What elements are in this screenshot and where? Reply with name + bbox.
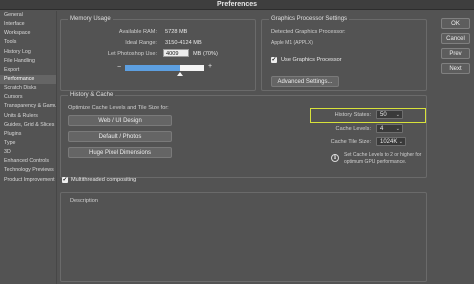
cache-info-line-2: optimum GPU performance. <box>344 159 407 165</box>
sidebar-item-scratch-disks[interactable]: Scratch Disks <box>0 84 56 93</box>
sidebar-item-general[interactable]: General <box>0 11 56 20</box>
ideal-range-value: 3150-4124 MB <box>165 40 202 46</box>
memory-usage-suffix: MB (70%) <box>193 51 218 57</box>
memory-usage-input[interactable]: 4009 <box>163 49 189 57</box>
sidebar-item-technology-previews[interactable]: Technology Previews <box>0 166 56 175</box>
default-photos-button[interactable]: Default / Photos <box>68 131 172 142</box>
sidebar-item-interface[interactable]: Interface <box>0 20 56 29</box>
history-states-label: History States: <box>334 112 371 118</box>
cache-info-line-1: Set Cache Levels to 2 or higher for <box>344 152 422 158</box>
let-photoshop-use-label: Let Photoshop Use: <box>107 51 157 57</box>
memory-usage-panel: Memory Usage Available RAM: 5728 MB Idea… <box>60 16 256 91</box>
sidebar-item-3d[interactable]: 3D <box>0 148 56 157</box>
cache-tile-size-select[interactable]: 1024K ⌄ <box>376 137 406 146</box>
memory-minus-icon[interactable]: − <box>117 64 121 71</box>
gpu-settings-heading: Graphics Processor Settings <box>269 16 350 22</box>
cache-levels-label: Cache Levels: <box>335 126 371 132</box>
preferences-sidebar: General Interface Workspace Tools History Lo… <box>0 11 57 284</box>
detected-gpu-value: Apple M1 (APPLX) <box>271 40 313 46</box>
description-heading: Description <box>70 198 98 204</box>
memory-plus-icon[interactable]: + <box>208 63 212 70</box>
available-ram-value: 5728 MB <box>165 29 188 35</box>
title-bar: Preferences <box>0 0 474 10</box>
web-ui-design-button[interactable]: Web / UI Design <box>68 115 172 126</box>
sidebar-item-transparency-gamut[interactable]: Transparency & Gamut <box>0 102 56 111</box>
prev-button[interactable]: Prev <box>441 48 470 59</box>
memory-slider-thumb[interactable] <box>177 72 184 76</box>
cache-tile-size-label: Cache Tile Size: <box>330 139 371 145</box>
info-icon: i <box>331 154 339 162</box>
sidebar-item-history-log[interactable]: History Log <box>0 48 56 57</box>
chevron-down-icon: ⌄ <box>395 126 400 132</box>
sidebar-item-export[interactable]: Export <box>0 66 56 75</box>
next-button[interactable]: Next <box>441 63 470 74</box>
memory-slider-fill <box>125 65 181 71</box>
ideal-range-label: Ideal Range: <box>125 40 157 46</box>
main-content: Memory Usage Available RAM: 5728 MB Idea… <box>58 11 428 284</box>
cache-levels-value: 4 <box>380 126 384 132</box>
history-states-value: 50 <box>380 112 387 118</box>
memory-usage-slider[interactable] <box>125 65 204 71</box>
sidebar-item-file-handling[interactable]: File Handling <box>0 57 56 66</box>
cancel-button[interactable]: Cancel <box>441 33 470 44</box>
sidebar-item-plugins[interactable]: Plugins <box>0 130 56 139</box>
cache-levels-select[interactable]: 4 ⌄ <box>376 124 403 133</box>
sidebar-item-type[interactable]: Type <box>0 139 56 148</box>
advanced-settings-button[interactable]: Advanced Settings... <box>271 76 339 87</box>
chevron-down-icon: ⌄ <box>395 112 400 118</box>
window-title: Preferences <box>216 1 258 8</box>
cache-tile-size-value: 1024K <box>380 139 398 145</box>
multithreaded-compositing-label: Multithreaded compositing <box>71 177 137 183</box>
memory-usage-heading: Memory Usage <box>68 16 113 22</box>
history-cache-heading: History & Cache <box>68 92 116 98</box>
optimize-cache-label: Optimize Cache Levels and Tile Size for: <box>68 105 169 111</box>
sidebar-item-cursors[interactable]: Cursors <box>0 93 56 102</box>
huge-pixel-dimensions-button[interactable]: Huge Pixel Dimensions <box>68 147 172 158</box>
description-panel: Description <box>60 192 427 282</box>
chevron-down-icon: ⌄ <box>398 139 403 145</box>
history-cache-panel: History & Cache Optimize Cache Levels an… <box>60 92 427 178</box>
multithreaded-compositing-checkbox[interactable]: ✓ <box>62 177 68 183</box>
use-gpu-label: Use Graphics Processor <box>281 57 342 63</box>
sidebar-item-workspace[interactable]: Workspace <box>0 29 56 38</box>
use-gpu-checkbox[interactable]: ✓ <box>271 57 277 63</box>
sidebar-item-product-improvement[interactable]: Product Improvement <box>0 176 56 185</box>
sidebar-item-performance[interactable]: Performance <box>0 74 56 85</box>
sidebar-item-units-rulers[interactable]: Units & Rulers <box>0 112 56 121</box>
history-states-select[interactable]: 50 ⌄ <box>376 110 403 119</box>
detected-gpu-label: Detected Graphics Processor: <box>271 29 346 35</box>
available-ram-label: Available RAM: <box>118 29 157 35</box>
sidebar-item-guides-grid-slices[interactable]: Guides, Grid & Slices <box>0 121 56 130</box>
ok-button[interactable]: OK <box>441 18 470 29</box>
sidebar-item-enhanced-controls[interactable]: Enhanced Controls <box>0 157 56 166</box>
sidebar-item-tools[interactable]: Tools <box>0 38 56 47</box>
gpu-settings-panel: Graphics Processor Settings Detected Gra… <box>261 16 427 91</box>
